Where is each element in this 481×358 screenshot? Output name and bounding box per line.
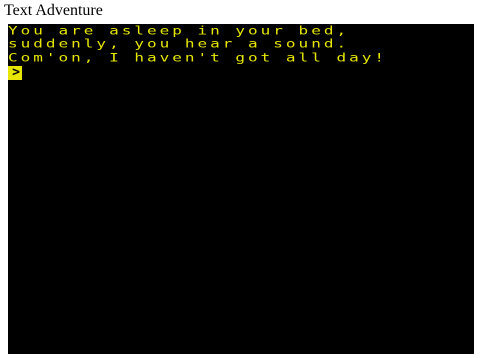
window-title: Text Adventure: [4, 2, 103, 19]
input-prompt-cursor[interactable]: >: [8, 66, 22, 80]
output-line-2: suddenly, you hear a sound.: [8, 36, 350, 51]
game-screen[interactable]: You are asleep in your bed, suddenly, yo…: [8, 24, 474, 354]
output-line-1: You are asleep in your bed,: [8, 24, 350, 38]
output-line-3: Com'on, I haven't got all day!: [8, 50, 387, 65]
prompt-symbol: >: [12, 65, 20, 80]
app-window: Text Adventure You are asleep in your be…: [0, 0, 481, 358]
